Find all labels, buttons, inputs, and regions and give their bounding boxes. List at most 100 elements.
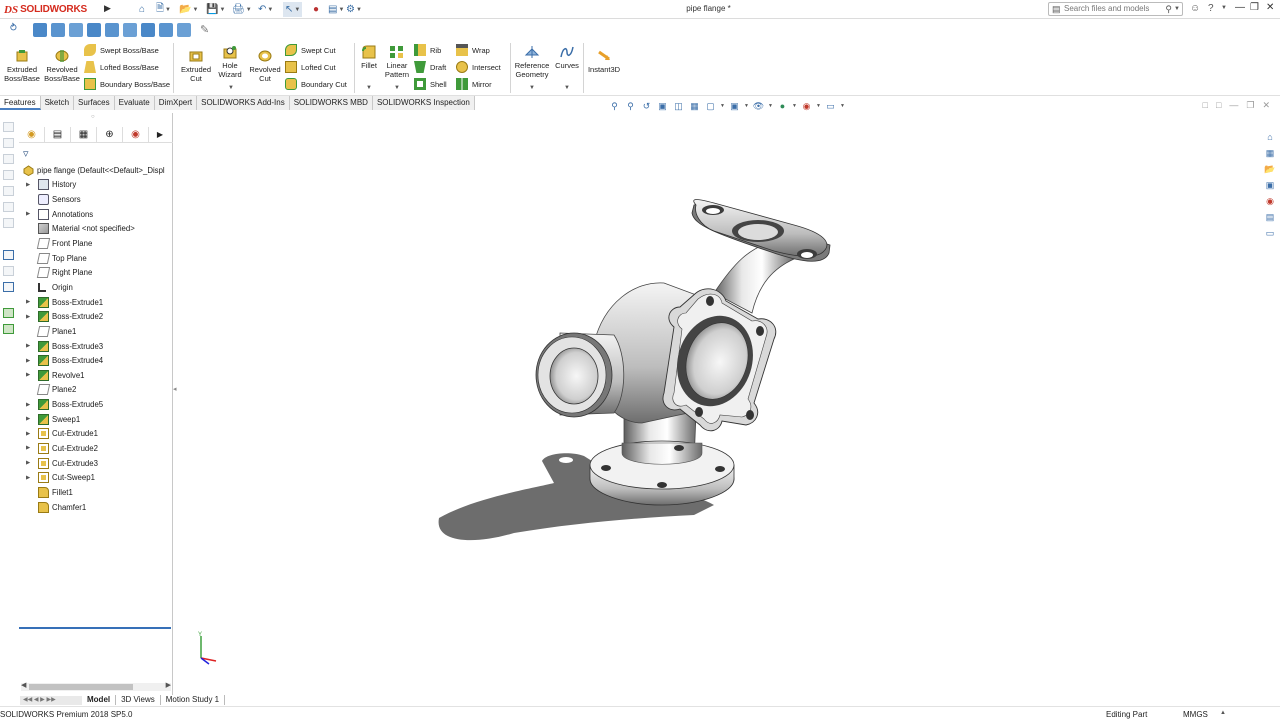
- tree-item[interactable]: ▶ Boss-Extrude5: [19, 397, 173, 412]
- top-view-icon[interactable]: [105, 23, 119, 37]
- wrap-button[interactable]: Wrap: [456, 43, 490, 57]
- apply-scene-icon[interactable]: ◉: [800, 100, 813, 112]
- graphics-area[interactable]: Y: [174, 113, 1266, 695]
- viewport-close-icon[interactable]: ✕: [1262, 100, 1270, 111]
- view-orientation-dropdown-icon[interactable]: ▼: [720, 103, 725, 109]
- tab-scroll-arrows-icon[interactable]: ◀◀ ◀ ▶ ▶▶: [20, 695, 82, 705]
- expand-arrow-icon[interactable]: ▶: [26, 475, 30, 481]
- tree-item[interactable]: ▶ History: [19, 178, 173, 193]
- display-style-dropdown-icon[interactable]: ▼: [744, 103, 749, 109]
- fillet-button[interactable]: Fillet: [358, 45, 380, 70]
- print-icon[interactable]: 🖨 ▼: [232, 2, 252, 17]
- strip-icon-6[interactable]: [3, 202, 14, 212]
- lofted-cut-button[interactable]: Lofted Cut: [285, 60, 336, 74]
- tab-dimxpert[interactable]: DimXpert: [154, 96, 198, 110]
- boundary-cut-button[interactable]: Boundary Cut: [285, 77, 347, 91]
- intersect-button[interactable]: Intersect: [456, 60, 501, 74]
- close-icon[interactable]: ✕: [1266, 2, 1274, 13]
- expand-arrow-icon[interactable]: ▶: [26, 460, 30, 466]
- expand-arrow-icon[interactable]: ▶: [26, 416, 30, 422]
- displaymanager-tab-icon[interactable]: ◉: [123, 126, 149, 143]
- save-icon[interactable]: 💾 ▼: [206, 2, 225, 17]
- strip-icon-2[interactable]: [3, 138, 14, 148]
- hide-show-items-icon[interactable]: 👁: [752, 100, 765, 112]
- panel-grip-icon[interactable]: ○: [91, 114, 95, 120]
- expand-arrow-icon[interactable]: ▶: [26, 343, 30, 349]
- rollback-bar[interactable]: [19, 627, 171, 629]
- tree-item[interactable]: Origin: [19, 280, 173, 295]
- back-view-icon[interactable]: [51, 23, 65, 37]
- scrollbar-thumb[interactable]: [29, 684, 133, 690]
- left-view-icon[interactable]: [69, 23, 83, 37]
- scroll-right-icon[interactable]: ▶: [166, 681, 171, 689]
- draft-button[interactable]: Draft: [414, 60, 446, 74]
- right-view-icon[interactable]: [87, 23, 101, 37]
- instant3d-button[interactable]: Instant3D: [586, 49, 622, 74]
- restore-icon[interactable]: ❐: [1250, 2, 1259, 13]
- tree-root[interactable]: pipe flange (Default<<Default>_Displ: [19, 163, 173, 178]
- solidworks-logo[interactable]: DS SOLIDWORKS: [4, 2, 101, 17]
- front-view-icon[interactable]: [33, 23, 47, 37]
- scroll-left-icon[interactable]: ◀: [21, 681, 26, 689]
- tree-item[interactable]: ▶ Cut-Extrude1: [19, 427, 173, 442]
- help-dropdown-icon[interactable]: ▼: [1221, 5, 1227, 11]
- strip-icon-9[interactable]: [3, 266, 14, 276]
- tree-item[interactable]: ▶ Cut-Sweep1: [19, 470, 173, 485]
- linear-pattern-dropdown-icon[interactable]: ▼: [394, 85, 400, 91]
- tab-features[interactable]: Features: [0, 96, 41, 110]
- undo-icon[interactable]: ↶ ▼: [258, 2, 273, 17]
- home-icon[interactable]: ⌂: [139, 2, 145, 17]
- new-document-icon[interactable]: 🗎 ▼: [156, 2, 171, 17]
- tree-item[interactable]: Sensors: [19, 192, 173, 207]
- swept-boss-button[interactable]: Swept Boss/Base: [84, 43, 159, 57]
- strip-icon-8[interactable]: [3, 250, 14, 260]
- solidworks-resources-icon[interactable]: ⌂: [1264, 131, 1276, 143]
- lofted-boss-button[interactable]: Lofted Boss/Base: [84, 60, 159, 74]
- tree-horizontal-scrollbar[interactable]: ◀ ▶: [21, 681, 171, 691]
- rebuild-icon[interactable]: ●: [313, 2, 319, 17]
- tab-model[interactable]: Model: [82, 695, 117, 705]
- search-input[interactable]: ▤ Search files and models ⚲ ▼: [1048, 2, 1183, 16]
- view-settings-icon[interactable]: ▭: [824, 100, 837, 112]
- viewport-restore-icon[interactable]: ❐: [1246, 100, 1254, 111]
- bottom-view-icon[interactable]: [123, 23, 137, 37]
- shell-button[interactable]: Shell: [414, 77, 447, 91]
- tree-item[interactable]: ▶ Boss-Extrude4: [19, 353, 173, 368]
- tree-item[interactable]: Chamfer1: [19, 500, 173, 515]
- tab-3d-views[interactable]: 3D Views: [116, 695, 161, 705]
- hole-wizard-button[interactable]: Hole Wizard: [214, 45, 246, 79]
- filter-icon[interactable]: ▿: [23, 147, 29, 160]
- linear-pattern-button[interactable]: Linear Pattern: [382, 45, 412, 79]
- view-orientation-icon[interactable]: ▢: [704, 100, 717, 112]
- boundary-boss-button[interactable]: Boundary Boss/Base: [84, 77, 170, 91]
- zoom-to-fit-icon[interactable]: ⚲: [608, 100, 621, 112]
- select-icon[interactable]: ↖ ▼: [283, 2, 303, 17]
- isometric-view-icon[interactable]: [141, 23, 155, 37]
- tree-item[interactable]: ▶ Revolve1: [19, 368, 173, 383]
- strip-icon-1[interactable]: [3, 122, 14, 132]
- chevron-down-icon[interactable]: ▼: [1174, 3, 1180, 15]
- dynamic-annotation-icon[interactable]: ◫: [672, 100, 685, 112]
- configurationmanager-tab-icon[interactable]: ▦: [71, 126, 97, 143]
- status-units[interactable]: MMGS: [1183, 710, 1208, 719]
- tree-item[interactable]: Plane2: [19, 383, 173, 398]
- design-library-icon[interactable]: ▦: [1264, 147, 1276, 159]
- dimxpertmanager-tab-icon[interactable]: ⊕: [97, 126, 123, 143]
- view-palette-icon[interactable]: ▣: [1264, 179, 1276, 191]
- help-icon[interactable]: ?: [1208, 3, 1214, 14]
- draft-analysis-icon[interactable]: ▦: [688, 100, 701, 112]
- tab-evaluate[interactable]: Evaluate: [114, 96, 155, 110]
- revolved-cut-button[interactable]: Revolved Cut: [247, 49, 283, 83]
- viewport-tile-icon[interactable]: □: [1203, 100, 1208, 111]
- expand-arrow-icon[interactable]: ▶: [26, 182, 30, 188]
- tree-item[interactable]: ▶ Boss-Extrude2: [19, 309, 173, 324]
- file-properties-icon[interactable]: ▤ ▼: [328, 2, 344, 17]
- expand-arrow-icon[interactable]: ▶: [26, 314, 30, 320]
- rib-button[interactable]: Rib: [414, 43, 441, 57]
- appearances-icon[interactable]: ◉: [1264, 195, 1276, 207]
- edit-appearance-icon[interactable]: ●: [776, 100, 789, 112]
- strip-icon-12[interactable]: [3, 324, 14, 334]
- strip-icon-7[interactable]: [3, 218, 14, 228]
- tab-sketch[interactable]: Sketch: [40, 96, 75, 110]
- measure-icon[interactable]: ✎: [200, 23, 214, 37]
